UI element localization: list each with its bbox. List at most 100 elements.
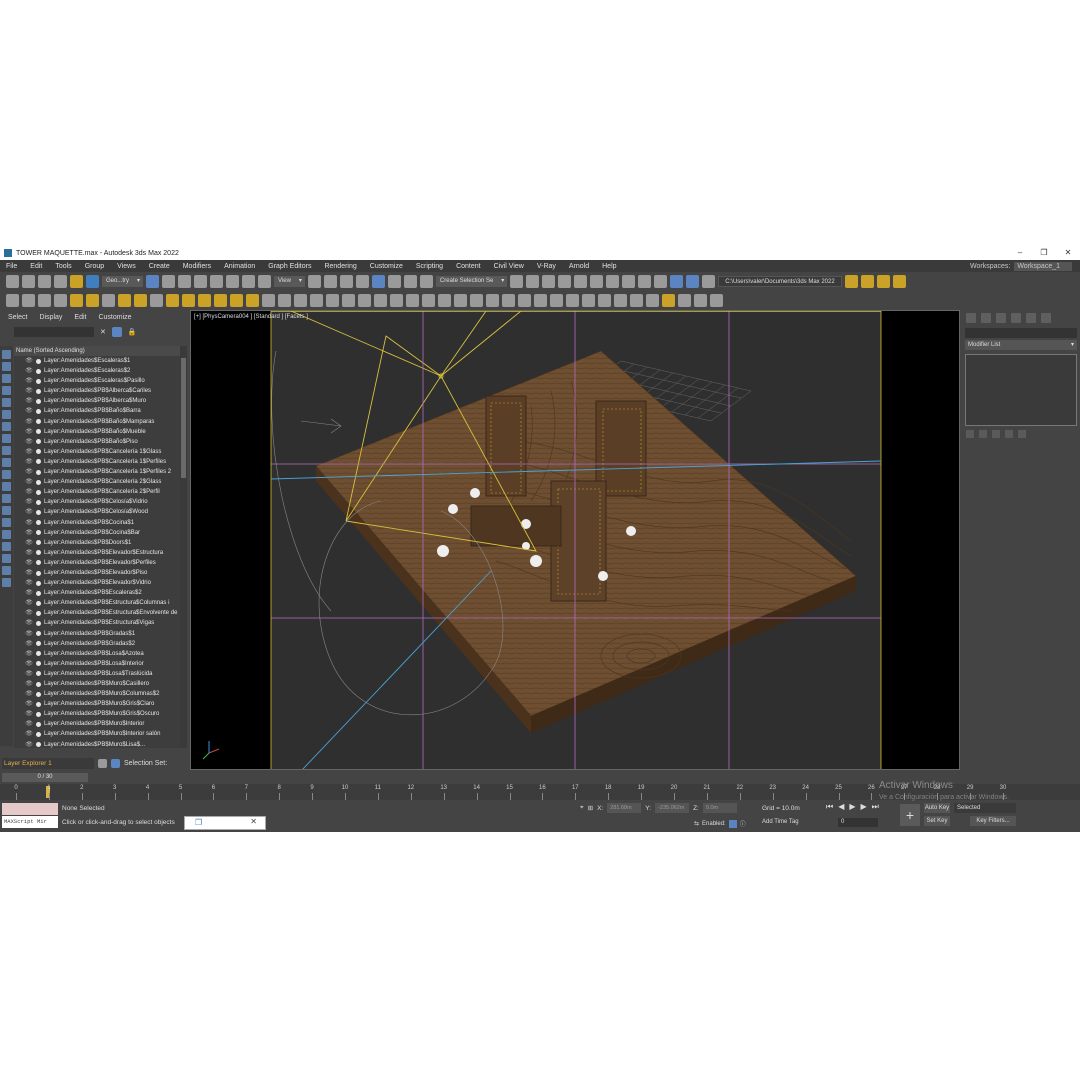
ambient-light-icon[interactable]	[182, 293, 195, 307]
link-icon[interactable]	[38, 274, 51, 288]
workspace-dropdown[interactable]: Workspace_1	[1014, 261, 1072, 271]
visibility-eye-icon[interactable]: 👁	[24, 467, 34, 477]
layer-row[interactable]: 👁 Layer:Amenidades$PB$Cancelería 1$Glass	[14, 447, 180, 457]
visibility-eye-icon[interactable]: 👁	[24, 477, 34, 487]
menu-animation[interactable]: Animation	[224, 263, 255, 270]
layer-row[interactable]: 👁 Layer:Amenidades$PB$Elevador$Estructura	[14, 548, 180, 558]
arnold-camera-icon[interactable]	[486, 293, 499, 307]
layer-row[interactable]: 👁 Layer:Amenidades$PB$Losa$Azotea	[14, 649, 180, 659]
z-coordinate-field[interactable]: 0.0m	[702, 803, 737, 813]
menu-civil-view[interactable]: Civil View	[494, 263, 524, 270]
arnold-volume-icon[interactable]	[582, 293, 595, 307]
absolute-mode-icon[interactable]: ⊞	[588, 804, 593, 812]
visibility-eye-icon[interactable]: 👁	[24, 608, 34, 618]
tree-column-header[interactable]: Name (Sorted Ascending)	[14, 346, 180, 356]
menu-modifiers[interactable]: Modifiers	[183, 263, 211, 270]
display-all-icon[interactable]	[2, 494, 11, 503]
help-icon[interactable]	[438, 293, 451, 307]
display-bones-icon[interactable]	[2, 446, 11, 455]
layer-row[interactable]: 👁 Layer:Amenidades$PB$Elevador$Piso	[14, 568, 180, 578]
visibility-eye-icon[interactable]: 👁	[24, 639, 34, 649]
visibility-eye-icon[interactable]: 👁	[24, 497, 34, 507]
material-editor-vray-icon[interactable]	[374, 293, 387, 307]
show-end-result-icon[interactable]	[979, 430, 987, 438]
layer-row[interactable]: 👁 Layer:Amenidades$PB$Elevador$Vidrio	[14, 578, 180, 588]
display-hidden-icon[interactable]	[2, 482, 11, 491]
bind-space-warp-icon[interactable]	[70, 274, 83, 288]
arnold-material-icon[interactable]	[598, 293, 611, 307]
visibility-eye-icon[interactable]: 👁	[24, 386, 34, 396]
visibility-eye-icon[interactable]: 👁	[24, 629, 34, 639]
layer-row[interactable]: 👁 Layer:Amenidades$PB$Escaleras$2	[14, 588, 180, 598]
proxy-icon[interactable]	[262, 293, 275, 307]
modifier-list-dropdown[interactable]: Modifier List	[965, 340, 1077, 350]
layer-row[interactable]: 👁 Layer:Amenidades$Escaleras$Pasillo	[14, 376, 180, 386]
ribbon-icon[interactable]	[574, 274, 588, 288]
arnold-photometric-icon[interactable]	[566, 293, 579, 307]
visibility-eye-icon[interactable]: 👁	[24, 507, 34, 517]
visibility-eye-icon[interactable]: 👁	[24, 618, 34, 628]
maxscript-listener-input[interactable]	[2, 803, 58, 815]
clear-search-icon[interactable]: ✕	[100, 328, 106, 336]
menu-content[interactable]: Content	[456, 263, 481, 270]
visibility-eye-icon[interactable]: 👁	[24, 699, 34, 709]
arnold-ipr-icon[interactable]	[470, 293, 483, 307]
menu-create[interactable]: Create	[149, 263, 170, 270]
object-name-field[interactable]	[965, 328, 1077, 338]
plane-icon[interactable]	[294, 293, 307, 307]
layer-row[interactable]: 👁 Layer:Amenidades$PB$Celosía$Wood	[14, 507, 180, 517]
layer-row[interactable]: 👁 Layer:Amenidades$PB$Gradas$1	[14, 629, 180, 639]
next-frame-icon[interactable]: ▶	[861, 802, 867, 812]
display-containers-icon[interactable]	[2, 458, 11, 467]
go-to-end-icon[interactable]: ⏭	[872, 802, 879, 812]
utilities-tab-icon[interactable]	[1041, 313, 1051, 323]
list-icon[interactable]	[422, 293, 435, 307]
sphere-light-icon[interactable]	[86, 293, 99, 307]
explorer-menu-select[interactable]: Select	[8, 314, 27, 321]
layer-row[interactable]: 👁 Layer:Amenidades$Escaleras$1	[14, 356, 180, 366]
menu-customize[interactable]: Customize	[370, 263, 403, 270]
redo-icon[interactable]	[22, 274, 35, 288]
render-in-cloud-icon[interactable]	[702, 274, 716, 288]
menu-file[interactable]: File	[6, 263, 17, 270]
unlink-icon[interactable]	[54, 274, 67, 288]
align-icon[interactable]	[526, 274, 540, 288]
layer-row[interactable]: 👁 Layer:Amenidades$PB$Elevador$Perfiles	[14, 558, 180, 568]
visibility-eye-icon[interactable]: 👁	[24, 588, 34, 598]
vray-render-icon[interactable]	[22, 293, 35, 307]
play-icon[interactable]: ▶	[849, 802, 855, 812]
visibility-eye-icon[interactable]: 👁	[24, 487, 34, 497]
display-influences-icon[interactable]	[2, 542, 11, 551]
layer-row[interactable]: 👁 Layer:Amenidades$Escaleras$2	[14, 366, 180, 376]
arnold-log-icon[interactable]	[630, 293, 643, 307]
angle-snap-icon[interactable]	[371, 274, 385, 288]
info-icon[interactable]: ⓘ	[740, 819, 746, 828]
undo-icon[interactable]	[6, 274, 19, 288]
previous-frame-icon[interactable]: ◀	[838, 802, 844, 812]
tree-scrollbar[interactable]	[180, 346, 187, 748]
set-keys-icon[interactable]: +	[900, 804, 920, 826]
visibility-eye-icon[interactable]: 👁	[24, 659, 34, 669]
layer-row[interactable]: 👁 Layer:Amenidades$PB$Estructura$Vigas	[14, 618, 180, 628]
visibility-eye-icon[interactable]: 👁	[24, 548, 34, 558]
menu-views[interactable]: Views	[117, 263, 136, 270]
arnold-skydome-icon[interactable]	[518, 293, 531, 307]
project-folder-icon[interactable]	[844, 274, 858, 288]
configure-sets-icon[interactable]	[1018, 430, 1026, 438]
explorer-search-input[interactable]	[14, 327, 94, 337]
current-frame-field[interactable]: 0	[838, 818, 878, 827]
selection-set-icon[interactable]	[111, 758, 120, 768]
layer-row[interactable]: 👁 Layer:Amenidades$PB$Alberca$Muro	[14, 396, 180, 406]
render-active-icon[interactable]	[686, 274, 700, 288]
display-none-icon[interactable]	[2, 506, 11, 515]
visibility-eye-icon[interactable]: 👁	[24, 518, 34, 528]
display-lights-icon[interactable]	[2, 374, 11, 383]
rectangular-selection-icon[interactable]	[178, 274, 192, 288]
visibility-eye-icon[interactable]: 👁	[24, 538, 34, 548]
arnold-mesh-light-icon[interactable]	[550, 293, 563, 307]
visibility-eye-icon[interactable]: 👁	[24, 689, 34, 699]
physical-camera-icon[interactable]	[150, 293, 163, 307]
fur-icon[interactable]	[278, 293, 291, 307]
x-coordinate-field[interactable]: 281.68m	[607, 803, 642, 813]
visibility-eye-icon[interactable]: 👁	[24, 437, 34, 447]
